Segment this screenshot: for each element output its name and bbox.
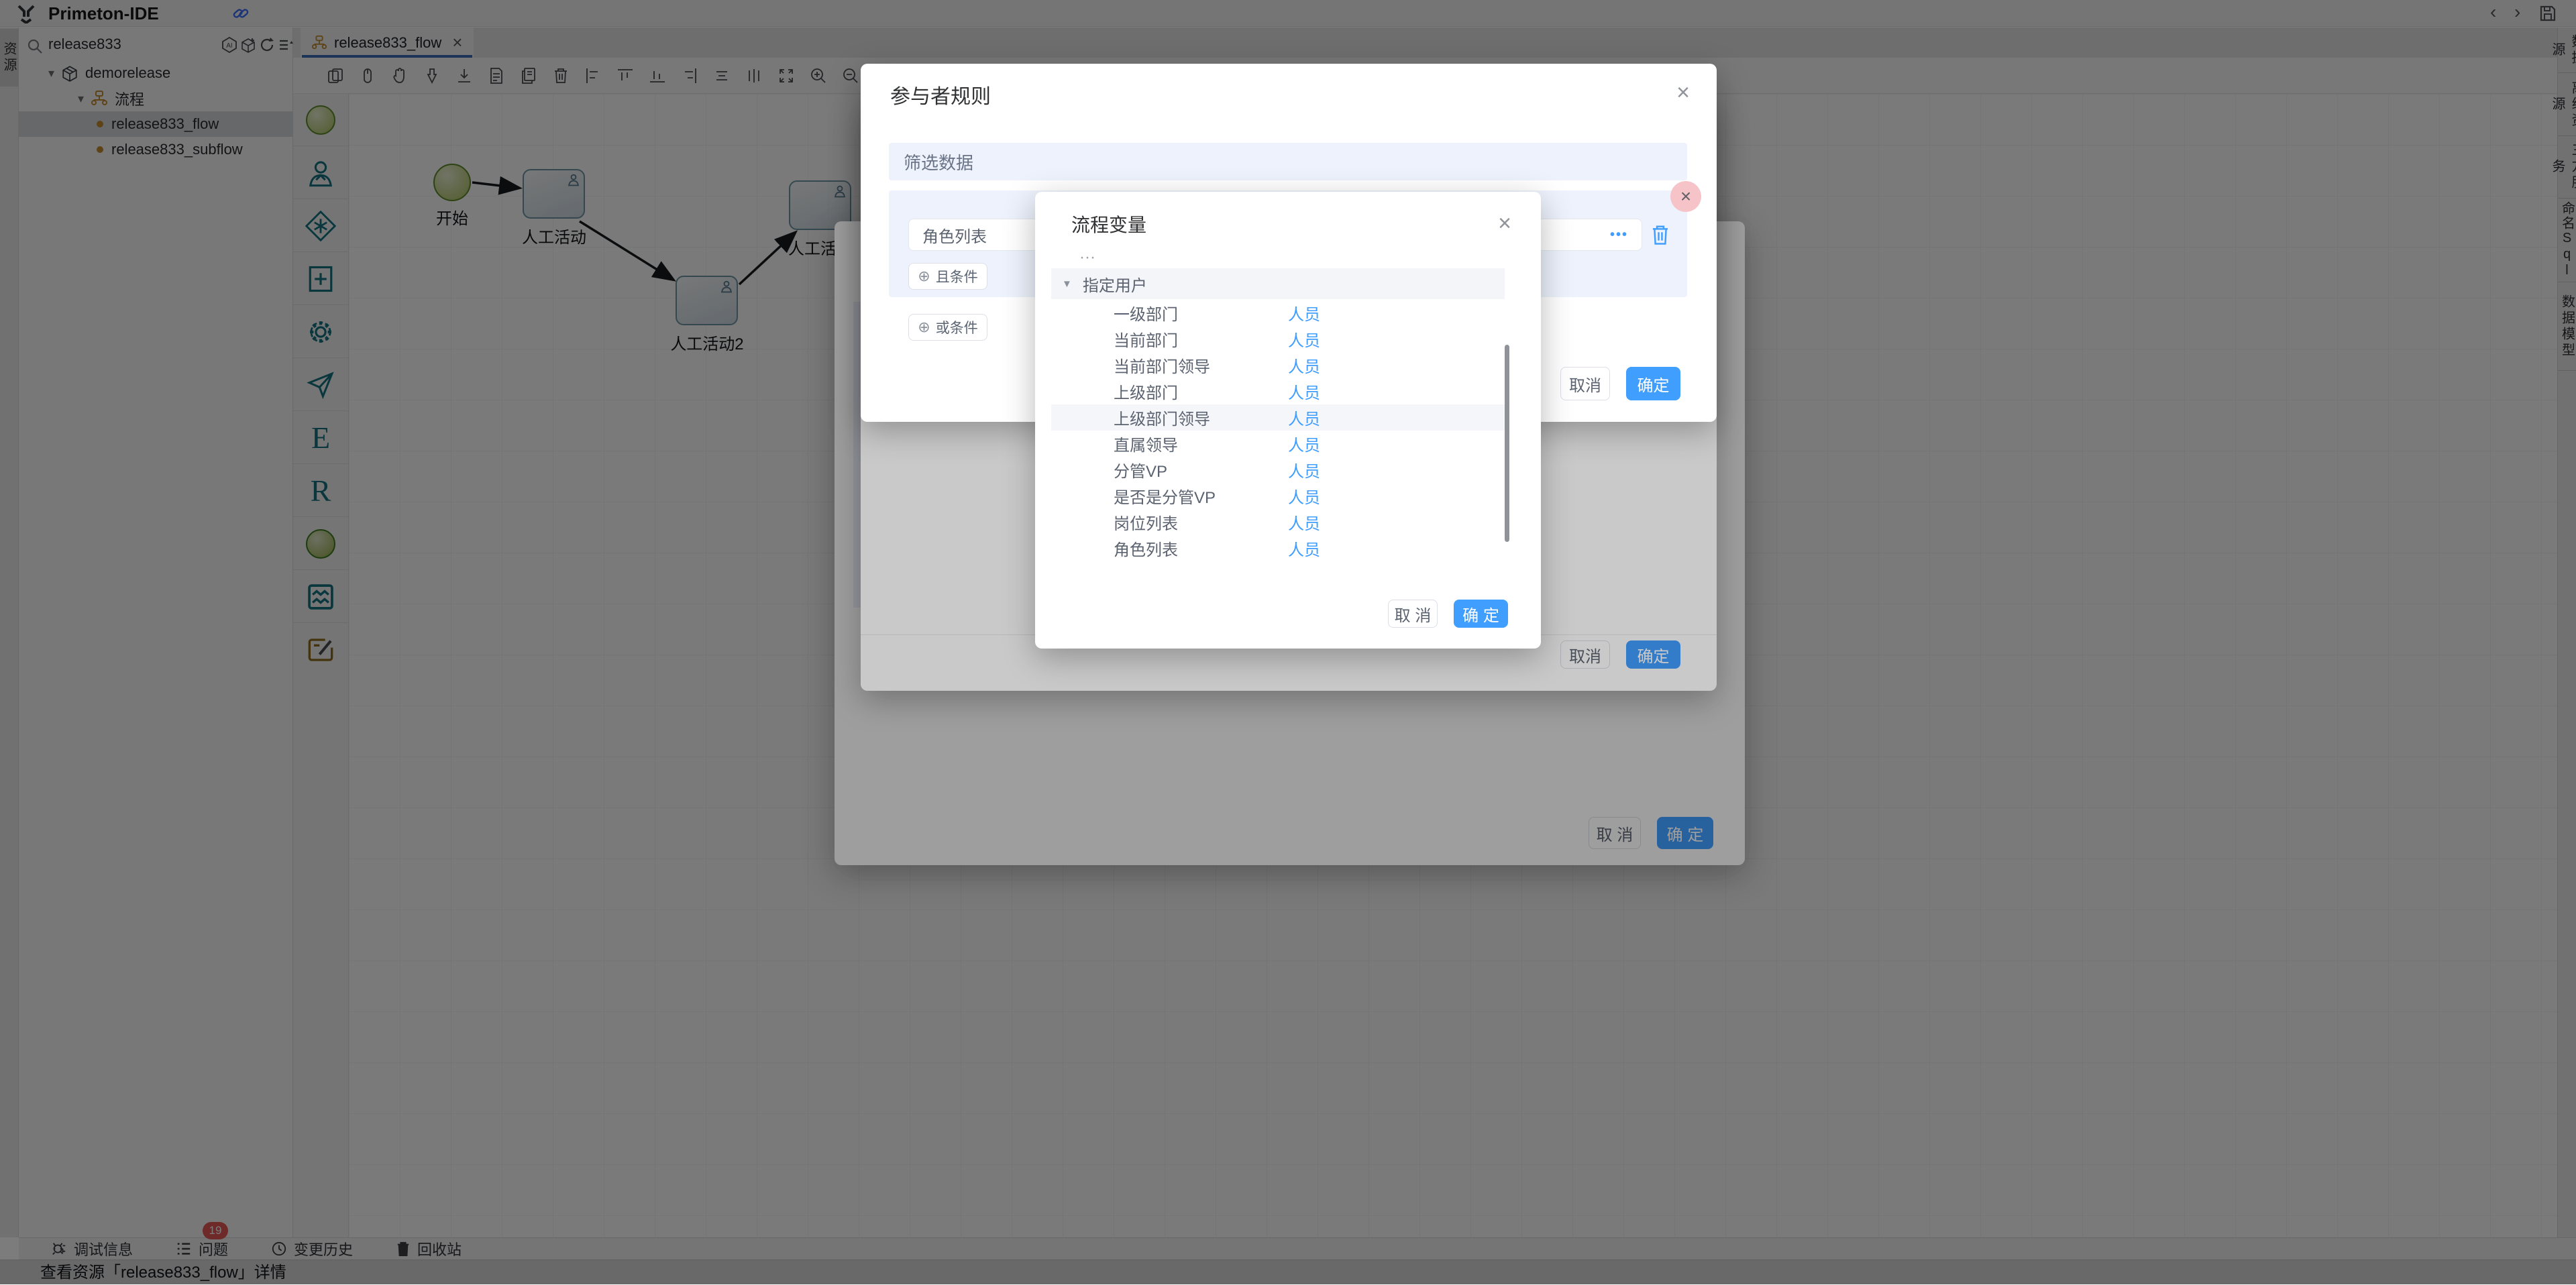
variable-row[interactable]: 直属领导人员 (1051, 431, 1505, 457)
person-link[interactable]: 人员 (1288, 537, 1320, 560)
person-link[interactable]: 人员 (1288, 484, 1320, 508)
caret-down-icon: ▼ (1062, 278, 1072, 290)
confirm-button[interactable]: 确定 (1626, 367, 1680, 400)
person-link[interactable]: 人员 (1288, 353, 1320, 377)
delete-condition-icon[interactable] (1650, 224, 1670, 245)
cancel-button[interactable]: 取消 (1560, 367, 1610, 400)
role-variable-value: 角色列表 (922, 223, 987, 247)
list-scrollbar[interactable] (1505, 345, 1509, 542)
person-link[interactable]: 人员 (1288, 458, 1320, 482)
person-link[interactable]: 人员 (1288, 432, 1320, 455)
person-link[interactable]: 人员 (1288, 380, 1320, 403)
and-condition-button[interactable]: ⊕ 且条件 (908, 263, 987, 290)
variable-row[interactable]: 分管VP人员 (1051, 457, 1505, 483)
process-variables-dialog: 流程变量 × ··· ▼ 指定用户 一级部门人员 当前部门人员 当前部门领导人员… (1035, 192, 1541, 649)
variable-row[interactable]: 上级部门人员 (1051, 378, 1505, 404)
or-condition-label: 或条件 (936, 317, 978, 337)
close-icon[interactable]: × (1676, 81, 1690, 104)
plus-circle-icon: ⊕ (918, 319, 930, 336)
person-link[interactable]: 人员 (1288, 406, 1320, 429)
variable-row-highlighted[interactable]: 上级部门领导人员 (1051, 404, 1505, 431)
filter-data-header[interactable]: 筛选数据 (889, 143, 1687, 180)
plus-circle-icon: ⊕ (918, 268, 930, 285)
filter-data-label: 筛选数据 (904, 150, 973, 174)
close-icon[interactable]: × (1498, 212, 1511, 235)
clipped-list-row: ··· (1079, 256, 1281, 267)
variable-row[interactable]: 角色列表人员 (1051, 535, 1505, 561)
person-link[interactable]: 人员 (1288, 301, 1320, 325)
variable-row[interactable]: 岗位列表人员 (1051, 509, 1505, 535)
variable-row[interactable]: 当前部门领导人员 (1051, 352, 1505, 378)
person-link[interactable]: 人员 (1288, 327, 1320, 351)
more-options-icon[interactable]: ••• (1610, 227, 1628, 243)
remove-group-badge[interactable]: × (1670, 181, 1701, 212)
variable-row[interactable]: 一级部门人员 (1051, 300, 1505, 326)
dialog-title: 流程变量 (1071, 211, 1146, 237)
cancel-button[interactable]: 取 消 (1388, 600, 1438, 628)
variable-group-label: 指定用户 (1083, 272, 1147, 296)
person-link[interactable]: 人员 (1288, 510, 1320, 534)
or-condition-button[interactable]: ⊕ 或条件 (908, 314, 987, 341)
confirm-button[interactable]: 确 定 (1454, 600, 1508, 628)
dialog-title: 参与者规则 (890, 80, 991, 109)
variable-row[interactable]: 当前部门人员 (1051, 326, 1505, 352)
variable-group-header[interactable]: ▼ 指定用户 (1051, 268, 1505, 299)
variable-row[interactable]: 是否是分管VP人员 (1051, 483, 1505, 509)
and-condition-label: 且条件 (936, 266, 978, 286)
